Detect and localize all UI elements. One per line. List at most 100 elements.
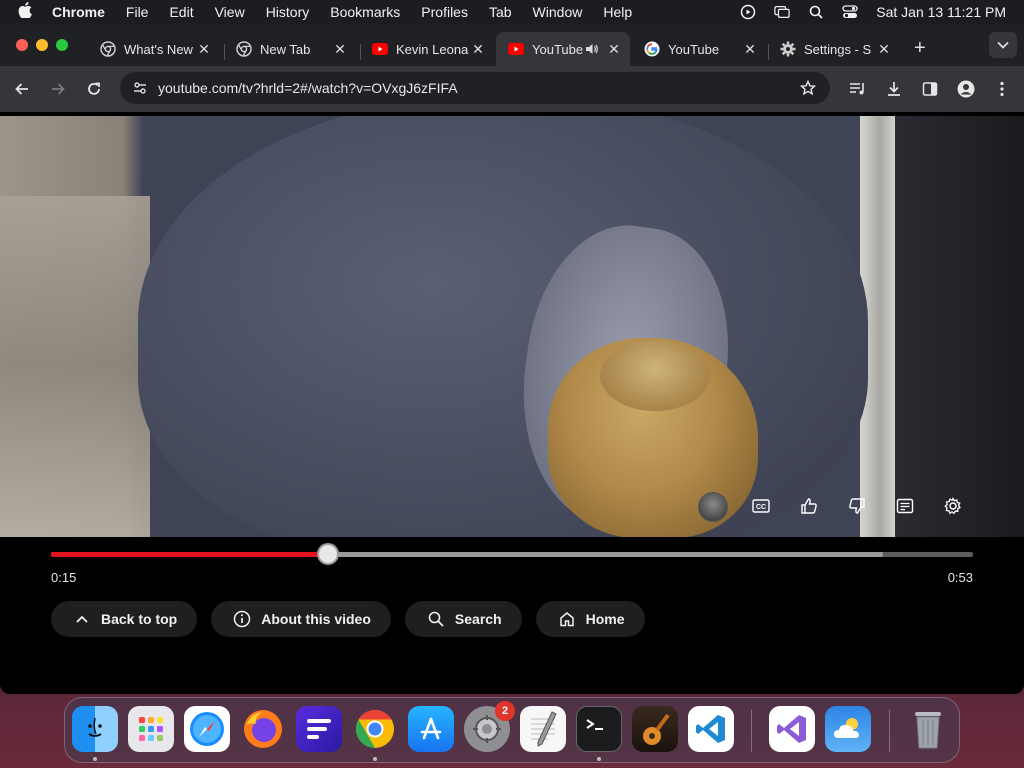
reload-button[interactable] bbox=[83, 78, 105, 100]
bookmark-star-icon[interactable] bbox=[798, 80, 818, 96]
close-tab-icon[interactable]: ✕ bbox=[470, 41, 486, 58]
settings-gear-icon[interactable] bbox=[941, 494, 965, 518]
dock-safari-icon[interactable] bbox=[184, 706, 230, 752]
kebab-menu-icon[interactable] bbox=[991, 78, 1013, 100]
dock-running-indicator bbox=[597, 757, 601, 761]
youtube-icon bbox=[372, 41, 388, 57]
seek-bar[interactable] bbox=[51, 543, 973, 565]
back-button[interactable] bbox=[11, 78, 33, 100]
chrome-icon bbox=[236, 41, 252, 57]
menu-bookmarks[interactable]: Bookmarks bbox=[330, 4, 400, 20]
gear-icon bbox=[780, 41, 796, 57]
menu-profiles[interactable]: Profiles bbox=[421, 4, 468, 20]
thumbs-down-icon[interactable] bbox=[845, 494, 869, 518]
dock-visual-studio-icon[interactable] bbox=[769, 706, 815, 752]
search-button[interactable]: Search bbox=[404, 601, 522, 637]
seek-bar-scrubber[interactable] bbox=[316, 543, 339, 565]
spotlight-search-icon[interactable] bbox=[808, 5, 824, 19]
dock-separator bbox=[889, 710, 890, 752]
close-tab-icon[interactable]: ✕ bbox=[196, 41, 212, 58]
youtube-icon bbox=[508, 41, 524, 57]
tab-title: Kevin Leona bbox=[396, 41, 469, 57]
save-to-playlist-icon[interactable] bbox=[893, 494, 917, 518]
address-bar[interactable]: youtube.com/tv?hrld=2#/watch?v=OVxgJ6zFI… bbox=[120, 72, 830, 104]
menubar-clock[interactable]: Sat Jan 13 11:21 PM bbox=[876, 4, 1006, 20]
back-to-top-button[interactable]: Back to top bbox=[51, 601, 198, 637]
zoom-window-button[interactable] bbox=[56, 39, 68, 51]
macos-menubar: Chrome File Edit View History Bookmarks … bbox=[0, 0, 1024, 24]
video-overlay-controls: CC bbox=[0, 486, 1024, 526]
back-to-top-label: Back to top bbox=[101, 611, 178, 627]
thumbs-up-icon[interactable] bbox=[797, 494, 821, 518]
video-frame-animal bbox=[138, 116, 868, 537]
dock-chrome-icon[interactable] bbox=[352, 706, 398, 752]
tab-strip: What's New ✕ New Tab ✕ Kevin Leona ✕ You… bbox=[0, 24, 1024, 66]
dock-fenix-icon[interactable] bbox=[296, 706, 342, 752]
speaker-audio-icon[interactable] bbox=[584, 41, 600, 57]
menu-history[interactable]: History bbox=[266, 4, 310, 20]
player-controls-panel: 0:15 0:53 Back to top About this video S… bbox=[0, 537, 1024, 694]
dock-textedit-icon[interactable] bbox=[520, 706, 566, 752]
tab-whats-new[interactable]: What's New ✕ bbox=[88, 32, 220, 66]
dock-trash-icon[interactable] bbox=[905, 706, 951, 752]
apple-menu-icon[interactable] bbox=[18, 1, 38, 23]
menu-help[interactable]: Help bbox=[603, 4, 632, 20]
media-controls-icon[interactable] bbox=[847, 78, 869, 100]
menu-app-name[interactable]: Chrome bbox=[52, 4, 105, 20]
macos-dock: 2 bbox=[64, 697, 960, 763]
url-text[interactable]: youtube.com/tv?hrld=2#/watch?v=OVxgJ6zFI… bbox=[158, 80, 798, 96]
home-label: Home bbox=[585, 611, 625, 627]
menu-tab[interactable]: Tab bbox=[489, 4, 512, 20]
dock-finder-icon[interactable] bbox=[72, 706, 118, 752]
about-this-video-label: About this video bbox=[261, 611, 371, 627]
menu-file[interactable]: File bbox=[126, 4, 149, 20]
minimize-window-button[interactable] bbox=[36, 39, 48, 51]
home-button[interactable]: Home bbox=[535, 601, 645, 637]
profile-icon[interactable] bbox=[955, 78, 977, 100]
tab-settings[interactable]: Settings - S ✕ bbox=[768, 32, 900, 66]
close-tab-icon[interactable]: ✕ bbox=[742, 41, 758, 58]
tab-new-tab[interactable]: New Tab ✕ bbox=[224, 32, 356, 66]
download-icon[interactable] bbox=[883, 78, 905, 100]
close-tab-icon[interactable]: ✕ bbox=[876, 41, 892, 58]
tab-kevin-leona[interactable]: Kevin Leona ✕ bbox=[360, 32, 494, 66]
dock-garageband-icon[interactable] bbox=[632, 706, 678, 752]
menu-view[interactable]: View bbox=[215, 4, 245, 20]
tab-title: YouTube bbox=[668, 41, 720, 57]
captions-icon[interactable]: CC bbox=[749, 494, 773, 518]
about-this-video-button[interactable]: About this video bbox=[211, 601, 391, 637]
control-center-icon[interactable] bbox=[842, 5, 858, 19]
side-panel-icon[interactable] bbox=[919, 78, 941, 100]
menu-edit[interactable]: Edit bbox=[169, 4, 193, 20]
dock-running-indicator bbox=[93, 757, 97, 761]
video-player[interactable]: CC bbox=[0, 116, 1024, 537]
video-frame-shadow bbox=[895, 116, 1024, 537]
tab-title: Settings - S bbox=[804, 41, 872, 57]
tab-youtube-active[interactable]: YouTube ✕ bbox=[496, 32, 630, 66]
dock-terminal-icon[interactable] bbox=[576, 706, 622, 752]
tab-youtube-google[interactable]: YouTube ✕ bbox=[632, 32, 766, 66]
close-tab-icon[interactable]: ✕ bbox=[332, 41, 348, 58]
close-tab-icon[interactable]: ✕ bbox=[606, 41, 622, 58]
search-icon bbox=[427, 610, 445, 628]
tab-search-button[interactable] bbox=[989, 32, 1017, 58]
dock-firefox-icon[interactable] bbox=[240, 706, 286, 752]
dock-vscode-icon[interactable] bbox=[688, 706, 734, 752]
forward-button[interactable] bbox=[47, 78, 69, 100]
notification-badge: 2 bbox=[495, 701, 515, 721]
dock-launchpad-icon[interactable] bbox=[128, 706, 174, 752]
browser-toolbar: youtube.com/tv?hrld=2#/watch?v=OVxgJ6zFI… bbox=[0, 66, 1024, 112]
close-window-button[interactable] bbox=[16, 39, 28, 51]
new-tab-button[interactable]: + bbox=[914, 37, 926, 60]
dock-weather-icon[interactable] bbox=[825, 706, 871, 752]
now-playing-icon[interactable] bbox=[740, 4, 756, 20]
window-controls bbox=[16, 39, 68, 51]
screen-mirroring-icon[interactable] bbox=[774, 5, 791, 19]
dock-app-store-icon[interactable] bbox=[408, 706, 454, 752]
menu-window[interactable]: Window bbox=[533, 4, 583, 20]
current-time: 0:15 bbox=[51, 570, 77, 585]
dock-system-settings-icon[interactable]: 2 bbox=[464, 701, 515, 752]
info-icon bbox=[233, 610, 251, 628]
site-info-icon[interactable] bbox=[130, 80, 150, 96]
chrome-icon bbox=[100, 41, 116, 57]
